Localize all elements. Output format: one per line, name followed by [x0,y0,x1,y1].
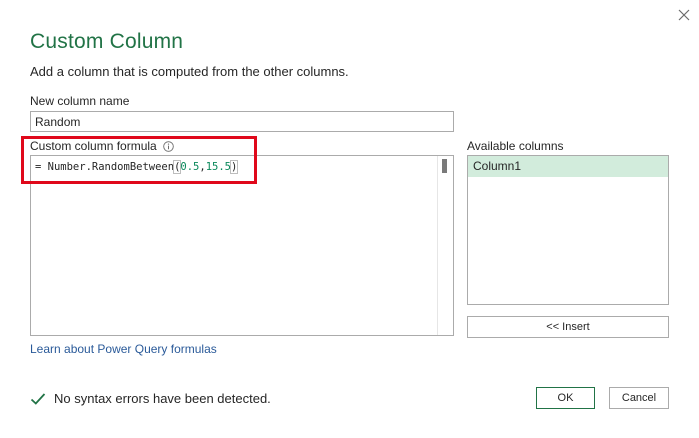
dialog-subtitle: Add a column that is computed from the o… [30,64,349,79]
learn-formulas-link[interactable]: Learn about Power Query formulas [30,342,217,356]
info-icon[interactable] [162,140,174,152]
scrollbar-thumb[interactable] [442,159,447,173]
cancel-button[interactable]: Cancel [609,387,669,409]
close-button[interactable] [674,5,694,25]
ok-button[interactable]: OK [536,387,595,409]
available-columns-list[interactable]: Column1 [467,155,669,305]
list-item-column1[interactable]: Column1 [468,156,668,177]
formula-arg-max: 15.5 [205,161,231,173]
formula-scrollbar[interactable] [437,156,453,335]
insert-button[interactable]: << Insert [467,316,669,338]
available-columns-label: Available columns [467,139,564,153]
syntax-status-text: No syntax errors have been detected. [54,391,271,406]
new-column-name-label: New column name [30,94,130,108]
formula-arg-min: 0.5 [180,161,200,173]
syntax-status: No syntax errors have been detected. [30,391,271,406]
formula-text[interactable]: = Number.RandomBetween(0.5,15.5) [35,160,239,174]
new-column-name-input[interactable] [30,111,454,132]
dialog-title: Custom Column [30,30,184,53]
custom-formula-label-row: Custom column formula [30,139,174,153]
close-icon [678,9,690,21]
custom-column-dialog: Custom Column Add a column that is compu… [0,0,699,438]
formula-function: = Number.RandomBetween [35,161,175,173]
formula-editor[interactable]: = Number.RandomBetween(0.5,15.5) [30,155,454,336]
text-caret [237,160,239,172]
custom-formula-label: Custom column formula [30,139,157,153]
check-icon [30,392,46,406]
